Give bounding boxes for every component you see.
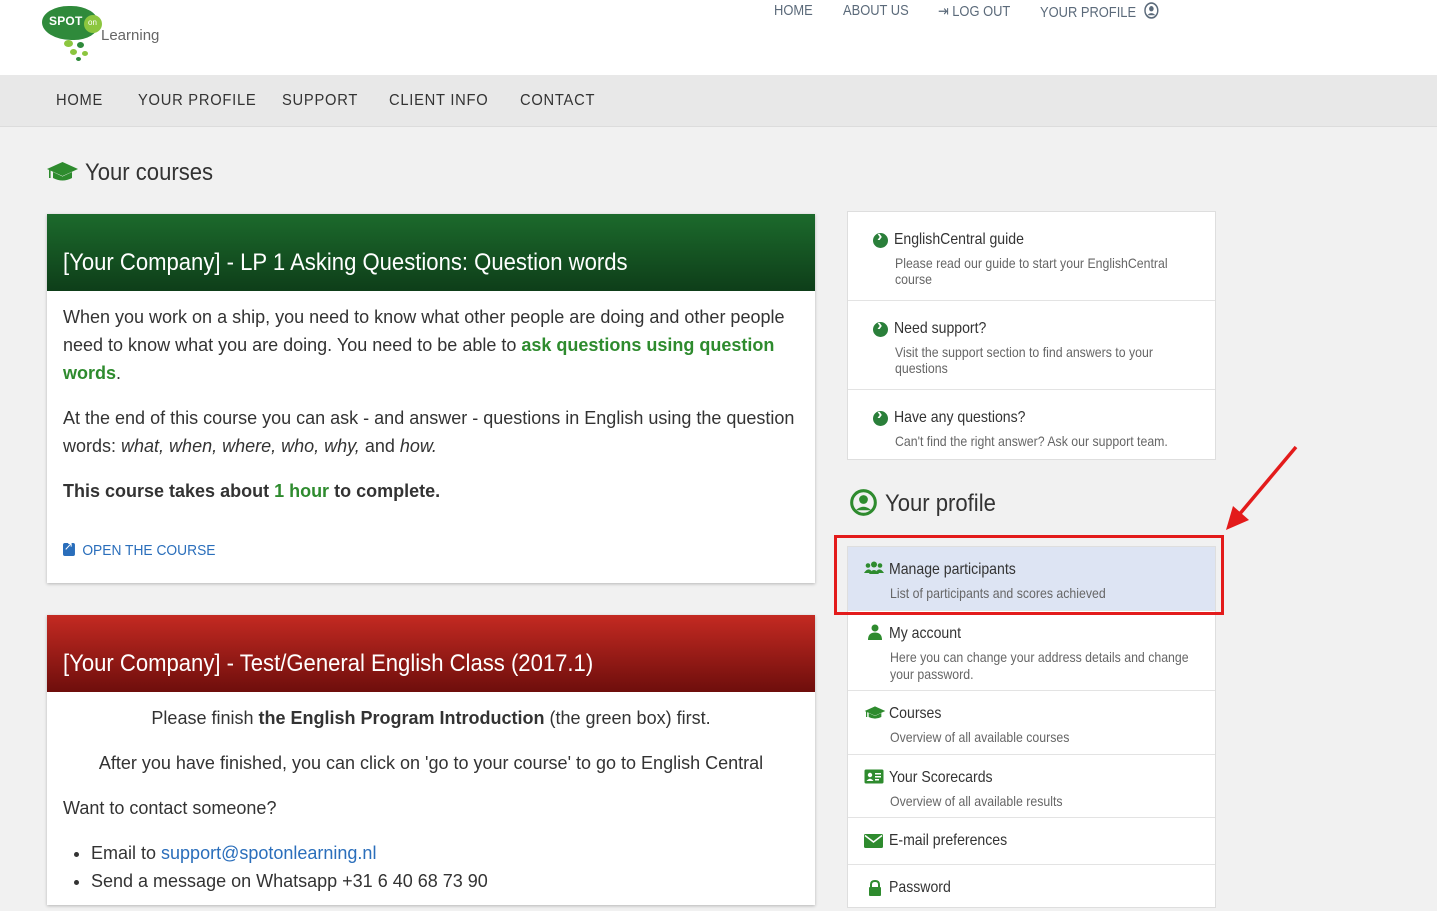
chevron-right-icon xyxy=(873,228,888,248)
goal-and: and xyxy=(359,436,400,456)
logo-dot xyxy=(82,51,88,56)
profile-label: YOUR PROFILE xyxy=(1040,4,1137,21)
graduation-cap-icon xyxy=(864,705,886,726)
after-finish-paragraph: After you have finished, you can click o… xyxy=(98,753,764,773)
support-item-label: Need support? xyxy=(894,320,987,337)
chevron-right-icon xyxy=(873,317,888,337)
user-circle-icon xyxy=(850,489,877,516)
intro-end: . xyxy=(116,363,122,383)
goal-how: how. xyxy=(399,436,437,456)
nav-support[interactable]: SUPPORT xyxy=(282,92,358,110)
profile-item-email-preferences[interactable]: E-mail preferences xyxy=(848,818,1215,865)
duration-highlight: 1 hour xyxy=(274,481,330,501)
support-item-desc: Can't find the right answer? Ask our sup… xyxy=(895,433,1168,449)
id-card-icon xyxy=(864,769,884,789)
support-item-label: Have any questions? xyxy=(894,409,1026,426)
profile-item-label: E-mail preferences xyxy=(889,832,1008,849)
support-item-desc: Visit the support section to find answer… xyxy=(895,344,1153,376)
annotation-highlight-box xyxy=(834,535,1224,615)
external-link-icon xyxy=(63,539,75,556)
email-prefix: Email to xyxy=(91,843,162,863)
spot-on-learning-logo[interactable]: SPOT on Learning xyxy=(42,6,172,64)
duration-text: This course takes about xyxy=(63,481,275,501)
finish-bold: the English Program Introduction xyxy=(258,708,545,728)
finish-text: Please finish xyxy=(151,708,259,728)
graduation-cap-icon xyxy=(47,162,78,181)
logo-on-text: on xyxy=(88,18,97,27)
top-nav-about-us[interactable]: ABOUT US xyxy=(843,2,909,19)
logout-label: LOG OUT xyxy=(952,3,1011,20)
course-card-question-words: [Your Company] - LP 1 Asking Questions: … xyxy=(47,214,815,583)
list-item: Email to support@spotonlearning.nl xyxy=(91,839,799,867)
support-item-desc: Please read our guide to start your Engl… xyxy=(895,255,1168,287)
your-profile-heading: Your profile xyxy=(885,490,996,517)
profile-item-my-account[interactable]: My account Here you can change your addr… xyxy=(848,611,1215,691)
chevron-right-icon xyxy=(873,406,888,426)
profile-item-desc: Overview of all available courses xyxy=(890,729,1070,745)
profile-item-label: My account xyxy=(889,625,961,642)
profile-item-courses[interactable]: Courses Overview of all available course… xyxy=(848,691,1215,755)
course-card-general-english: [Your Company] - Test/General English Cl… xyxy=(47,615,815,905)
contact-question: Want to contact someone? xyxy=(63,798,277,818)
profile-item-label: Password xyxy=(889,879,951,896)
top-nav-logout[interactable]: ⇥ LOG OUT xyxy=(938,2,1010,20)
contact-list: Email to support@spotonlearning.nl Send … xyxy=(63,839,799,895)
logo-learning-text: Learning xyxy=(101,27,160,44)
open-course-link[interactable]: OPEN THE COURSE xyxy=(63,539,216,559)
course-title: [Your Company] - LP 1 Asking Questions: … xyxy=(63,249,628,276)
top-header: SPOT on Learning HOME ABOUT US ⇥ LOG OUT … xyxy=(0,0,1437,75)
sign-out-icon: ⇥ xyxy=(938,3,949,20)
support-links-panel: EnglishCentral guide Please read our gui… xyxy=(847,211,1216,460)
course-title: [Your Company] - Test/General English Cl… xyxy=(63,650,594,677)
main-navigation: HOME YOUR PROFILE SUPPORT CLIENT INFO CO… xyxy=(0,75,1437,127)
your-courses-heading: Your courses xyxy=(85,159,214,186)
envelope-icon xyxy=(864,834,883,853)
course-description: Please finish the English Program Introd… xyxy=(47,692,815,895)
profile-item-password[interactable]: Password xyxy=(848,865,1215,911)
support-item-englishcentral-guide[interactable]: EnglishCentral guide Please read our gui… xyxy=(848,212,1215,301)
logo-dot xyxy=(64,40,73,47)
course-card-header: [Your Company] - Test/General English Cl… xyxy=(47,615,815,692)
finish-end: (the green box) first. xyxy=(544,708,711,728)
profile-item-desc: Overview of all available results xyxy=(890,793,1063,809)
profile-item-scorecards[interactable]: Your Scorecards Overview of all availabl… xyxy=(848,755,1215,818)
course-duration-paragraph: This course takes about 1 hour to comple… xyxy=(63,477,799,505)
support-item-need-support[interactable]: Need support? Visit the support section … xyxy=(848,301,1215,390)
top-nav-your-profile[interactable]: YOUR PROFILE xyxy=(1040,2,1159,21)
logo-dot xyxy=(76,57,81,61)
nav-your-profile[interactable]: YOUR PROFILE xyxy=(138,92,256,110)
course-goal-paragraph: At the end of this course you can ask - … xyxy=(63,404,799,460)
logo-spot-text: SPOT xyxy=(49,14,83,28)
course-card-header: [Your Company] - LP 1 Asking Questions: … xyxy=(47,214,815,291)
user-circle-icon xyxy=(1144,2,1159,19)
nav-client-info[interactable]: CLIENT INFO xyxy=(389,92,488,110)
duration-end: to complete. xyxy=(329,481,441,501)
logo-dot xyxy=(70,49,77,55)
support-item-label: EnglishCentral guide xyxy=(894,231,1024,248)
top-nav-home[interactable]: HOME xyxy=(774,2,813,19)
open-course-label: OPEN THE COURSE xyxy=(82,542,216,559)
profile-item-label: Your Scorecards xyxy=(889,769,993,786)
support-email-link[interactable]: support@spotonlearning.nl xyxy=(161,843,376,863)
finish-intro-paragraph: Please finish the English Program Introd… xyxy=(63,704,799,732)
goal-question-words: what, when, where, who, why, xyxy=(121,436,360,456)
nav-contact[interactable]: CONTACT xyxy=(520,92,595,110)
profile-item-desc: Here you can change your address details… xyxy=(890,649,1189,682)
support-item-questions[interactable]: Have any questions? Can't find the right… xyxy=(848,390,1215,459)
logo-dot xyxy=(77,42,84,48)
annotation-arrow-icon xyxy=(1226,445,1298,530)
course-intro-paragraph: When you work on a ship, you need to kno… xyxy=(63,303,799,387)
profile-item-label: Courses xyxy=(889,705,942,722)
course-description: When you work on a ship, you need to kno… xyxy=(47,291,815,505)
nav-home[interactable]: HOME xyxy=(56,92,103,110)
user-icon xyxy=(868,624,882,645)
